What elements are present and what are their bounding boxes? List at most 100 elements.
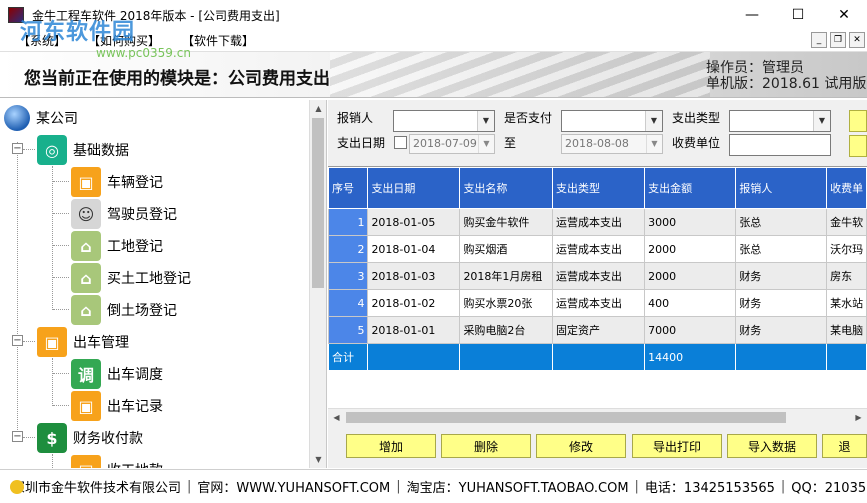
cell-date: 2018-01-01	[367, 316, 461, 344]
window-title: 金牛工程车软件 2018年版本 - [公司费用支出]	[32, 8, 280, 23]
filter-area: 报销人 ▼ 是否支付 ▼ 支出类型 ▼ 支出日期 2018-07-09 ▼ 至 …	[328, 100, 867, 166]
operator-label: 操作员：管理员	[706, 60, 804, 76]
cell-payee: 房东	[826, 262, 867, 290]
tree-scrollbar[interactable]: ▲ ▼	[309, 100, 326, 468]
cell-type: 运营成本支出	[552, 289, 646, 317]
column-header-amount[interactable]: 支出金额	[644, 167, 737, 209]
reset-button[interactable]	[849, 135, 867, 157]
chevron-down-icon[interactable]: ▼	[813, 111, 830, 131]
title-bar: 金牛工程车软件 2018年版本 - [公司费用支出] — ☐ ✕	[0, 0, 867, 30]
menu-download[interactable]: 【软件下载】	[178, 32, 258, 49]
column-header-no[interactable]: 序号	[328, 167, 369, 209]
cell-date: 2018-01-05	[367, 208, 461, 236]
expander-dispatch[interactable]: −	[12, 335, 23, 346]
payee-input[interactable]	[729, 134, 831, 156]
chevron-down-icon[interactable]: ▼	[646, 135, 662, 153]
date-from-picker[interactable]: 2018-07-09 ▼	[409, 134, 495, 154]
chevron-down-icon[interactable]: ▼	[645, 111, 662, 131]
column-header-type[interactable]: 支出类型	[552, 167, 646, 209]
dispatch-icon: 调	[71, 359, 101, 389]
scroll-up-icon[interactable]: ▲	[310, 100, 326, 117]
delete-button[interactable]: 删除	[441, 434, 531, 458]
tree-item-label: 工地登记	[107, 239, 163, 255]
expense-type-select[interactable]: ▼	[729, 110, 831, 132]
query-button[interactable]	[849, 110, 867, 132]
tree-item-site-register[interactable]: ⌂ 工地登记	[71, 230, 163, 262]
exit-button[interactable]: 退	[822, 434, 867, 458]
expander-basic-data[interactable]: −	[12, 143, 23, 154]
house-icon: ⌂	[71, 263, 101, 293]
expense-type-label: 支出类型	[672, 111, 721, 125]
import-data-button[interactable]: 导入数据	[727, 434, 817, 458]
column-header-name[interactable]: 支出名称	[459, 167, 554, 209]
row-number: 1	[328, 208, 369, 236]
cell-date: 2018-01-04	[367, 235, 461, 263]
table-row[interactable]: 1 2018-01-05 购买金牛软件 运营成本支出 3000 张总 金牛软	[328, 208, 867, 236]
maximize-button[interactable]: ☐	[775, 0, 821, 30]
expense-grid: 序号 支出日期 支出名称 支出类型 支出金额 报销人 收费单 1 2018-01…	[328, 166, 867, 408]
truck-icon: ▣	[71, 391, 101, 421]
scroll-down-icon[interactable]: ▼	[310, 451, 326, 468]
tree-item-label: 驾驶员登记	[107, 207, 177, 223]
export-print-button[interactable]: 导出打印	[632, 434, 722, 458]
date-filter-checkbox[interactable]	[394, 136, 407, 149]
menu-how-to-buy[interactable]: 【如何购买】	[84, 32, 164, 49]
date-to-picker[interactable]: 2018-08-08 ▼	[561, 134, 663, 154]
tree-item-vehicle-register[interactable]: ▣ 车辆登记	[71, 166, 163, 198]
expander-finance[interactable]: −	[12, 431, 23, 442]
tree-item-label: 收工地款	[107, 460, 163, 468]
scroll-right-icon[interactable]: ▶	[850, 409, 867, 426]
tree-scroll-thumb[interactable]	[312, 118, 324, 288]
tree-item-dispatch-management[interactable]: ▣ 出车管理	[37, 326, 129, 358]
scroll-left-icon[interactable]: ◀	[328, 409, 345, 426]
tree-item-dump-site-register[interactable]: ⌂ 倒土场登记	[71, 294, 177, 326]
table-row[interactable]: 3 2018-01-03 2018年1月房租 运营成本支出 2000 财务 房东	[328, 262, 867, 290]
table-row[interactable]: 5 2018-01-01 采购电脑2台 固定资产 7000 财务 某电脑	[328, 316, 867, 344]
module-banner: 您当前正在使用的模块是：公司费用支出 操作员：管理员 单机版：2018.61 试…	[0, 52, 867, 98]
table-row[interactable]: 4 2018-01-02 购买水票20张 运营成本支出 400 财务 某水站	[328, 289, 867, 317]
tree-item-basic-data[interactable]: ◎ 基础数据	[37, 134, 129, 166]
cell-date: 2018-01-02	[367, 289, 461, 317]
status-bar: 深圳市金牛软件技术有限公司 | 官网：WWW.YUHANSOFT.COM | 淘…	[0, 469, 867, 503]
column-header-person[interactable]: 报销人	[735, 167, 828, 209]
tree-item-dispatch[interactable]: 调 出车调度	[71, 358, 163, 390]
grid-hscrollbar[interactable]: ◀ ▶	[328, 408, 867, 425]
paid-select[interactable]: ▼	[561, 110, 663, 132]
menu-bar: 【系统】 【如何购买】 【软件下载】 _ ❐ ✕	[0, 30, 867, 52]
close-button[interactable]: ✕	[821, 0, 867, 30]
mdi-restore-button[interactable]: ❐	[830, 32, 846, 48]
cell-person: 财务	[735, 262, 828, 290]
cell-amount: 2000	[644, 262, 737, 290]
grid-scroll-thumb[interactable]	[346, 412, 786, 423]
tree-item-finance[interactable]: $ 财务收付款	[37, 422, 143, 454]
tree-root[interactable]: 某公司	[4, 102, 78, 134]
cell-payee: 某水站	[826, 289, 867, 317]
chevron-down-icon[interactable]: ▼	[477, 111, 494, 131]
mdi-minimize-button[interactable]: _	[811, 32, 827, 48]
reimburser-select[interactable]: ▼	[393, 110, 495, 132]
edit-button[interactable]: 修改	[536, 434, 626, 458]
to-label: 至	[504, 136, 517, 150]
app-icon: ◎	[37, 135, 67, 165]
menu-system[interactable]: 【系统】	[14, 32, 70, 49]
date-label: 支出日期	[337, 136, 386, 150]
cell-payee: 金牛软	[826, 208, 867, 236]
cell-person: 财务	[735, 289, 828, 317]
row-number: 3	[328, 262, 369, 290]
tree-item-label: 出车管理	[73, 335, 129, 351]
minimize-button[interactable]: —	[729, 0, 775, 30]
tree-item-soil-site-register[interactable]: ⌂ 买土工地登记	[71, 262, 191, 294]
add-button[interactable]: 增加	[346, 434, 436, 458]
tree-item-dispatch-records[interactable]: ▣ 出车记录	[71, 390, 163, 422]
column-header-date[interactable]: 支出日期	[367, 167, 461, 209]
tree-item-site-receipt[interactable]: ▣ 收工地款	[71, 454, 163, 468]
cell-payee: 沃尔玛	[826, 235, 867, 263]
mdi-close-button[interactable]: ✕	[849, 32, 865, 48]
column-header-payee[interactable]: 收费单	[826, 167, 867, 209]
paid-label: 是否支付	[504, 111, 553, 125]
tree-item-driver-register[interactable]: ☺ 驾驶员登记	[71, 198, 177, 230]
chevron-down-icon[interactable]: ▼	[478, 135, 494, 153]
cell-payee: 某电脑	[826, 316, 867, 344]
table-row[interactable]: 2 2018-01-04 购买烟酒 运营成本支出 2000 张总 沃尔玛	[328, 235, 867, 263]
mdi-controls: _ ❐ ✕	[808, 32, 865, 48]
